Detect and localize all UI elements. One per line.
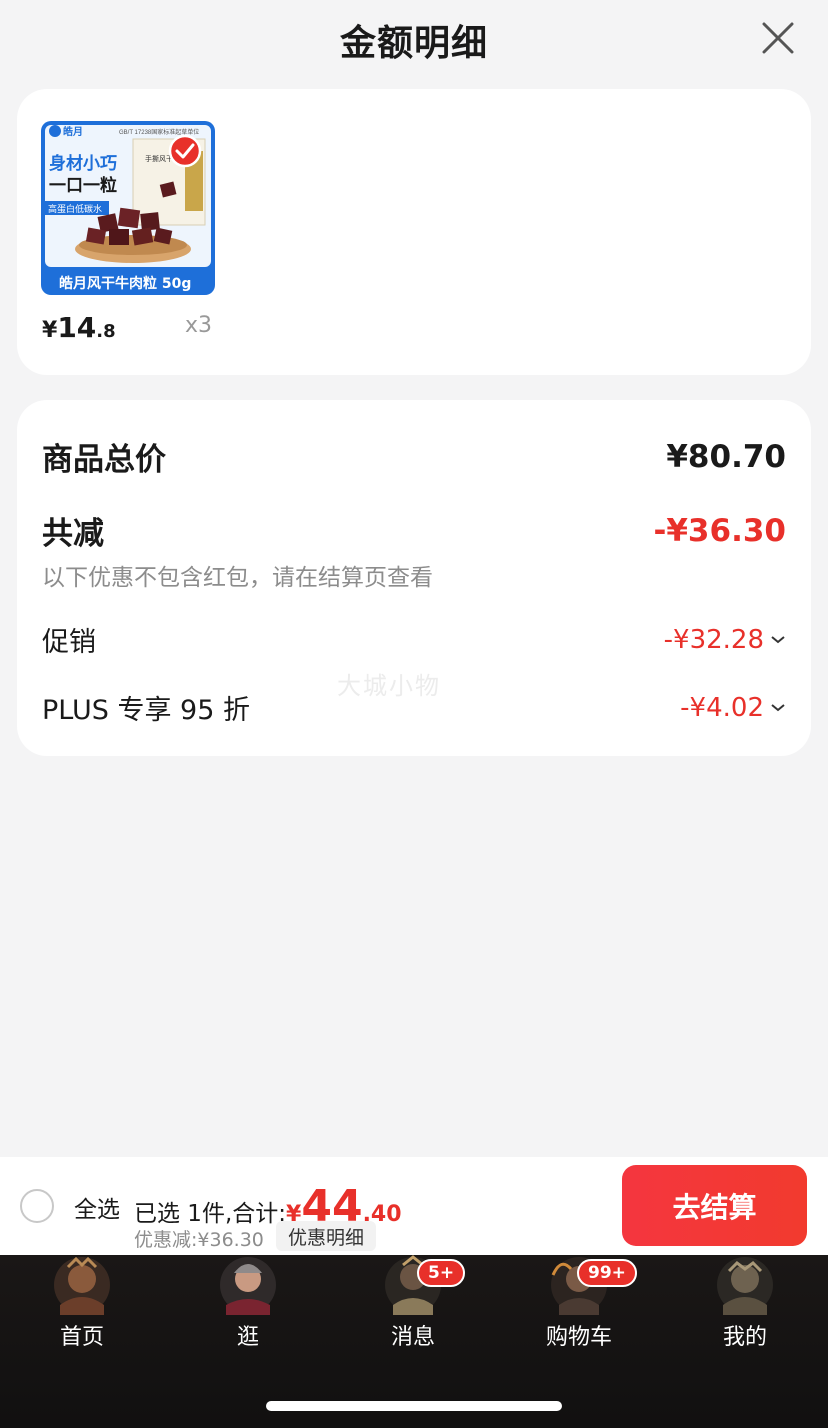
total-label: 商品总价 (42, 442, 166, 478)
product-card: 皓月 GB/T 17238国家标准起草单位 身材小巧 一口一粒 高蛋白低碳水 手… (17, 89, 811, 375)
slogan2-text: 一口一粒 (49, 175, 117, 196)
product-name-text: 皓月风干牛肉粒 50g (59, 275, 191, 292)
reduce-note: 以下优惠不包含红包，请在结算页查看 (42, 565, 433, 591)
mine-avatar-icon (717, 1257, 773, 1315)
tab-home[interactable]: 首页 (22, 1255, 142, 1355)
close-icon[interactable] (758, 18, 798, 58)
quantity: x3 (185, 313, 213, 338)
price-currency: ¥ (42, 318, 58, 343)
tab-label: 逛 (236, 1325, 259, 1350)
checkout-bar: 全选 已选 1件,合计: ¥ 44 .40 优惠减:¥36.30 优惠明细 去结… (0, 1157, 828, 1255)
reduce-label: 共减 (42, 516, 104, 552)
tab-messages[interactable]: 5+ 消息 (353, 1255, 473, 1355)
home-indicator (266, 1401, 562, 1411)
browse-avatar-icon (220, 1257, 276, 1315)
discount-detail-button[interactable]: 优惠明细 (276, 1221, 377, 1251)
select-all-radio[interactable] (20, 1189, 54, 1223)
home-avatar-icon (54, 1256, 110, 1315)
plus-row[interactable]: PLUS 专享 95 折 -¥4.02 (42, 688, 786, 727)
cart-badge: 99+ (577, 1259, 637, 1287)
tab-label: 我的 (722, 1325, 767, 1350)
price-decimal: .8 (96, 321, 116, 342)
reduce-value: -¥36.30 (653, 512, 787, 549)
brand-text: 皓月 (63, 125, 83, 138)
total-value: ¥80.70 (666, 438, 786, 475)
standard-text: GB/T 17238国家标准起草单位 (119, 128, 199, 136)
checkout-button[interactable]: 去结算 (622, 1165, 807, 1246)
promo-value: -¥32.28 (663, 624, 764, 655)
unit-price: ¥ 14 .8 (42, 311, 116, 344)
tab-label: 首页 (59, 1325, 104, 1350)
total-row: 商品总价 ¥80.70 (42, 434, 786, 479)
tab-label: 消息 (390, 1325, 435, 1350)
plus-value: -¥4.02 (680, 692, 764, 723)
select-all-label[interactable]: 全选 (74, 1190, 120, 1224)
plus-label: PLUS 专享 95 折 (42, 695, 250, 726)
tab-mine[interactable]: 我的 (685, 1255, 805, 1355)
modal-header: 金额明细 (0, 0, 828, 80)
promo-label: 促销 (42, 627, 96, 658)
tab-browse[interactable]: 逛 (188, 1255, 308, 1355)
slogan1-text: 身材小巧 (49, 153, 117, 174)
page-title: 金额明细 (339, 23, 488, 64)
product-image-art: 皓月 GB/T 17238国家标准起草单位 身材小巧 一口一粒 高蛋白低碳水 手… (41, 121, 215, 295)
tab-label: 购物车 (545, 1325, 612, 1350)
price-integer: 14 (57, 311, 97, 344)
chevron-down-icon (771, 703, 785, 711)
selected-prefix: 已选 1件,合计: (134, 1201, 287, 1227)
messages-badge: 5+ (417, 1259, 466, 1287)
tab-cart[interactable]: 99+ 购物车 (519, 1255, 639, 1355)
promo-row[interactable]: 促销 -¥32.28 (42, 620, 786, 659)
chevron-down-icon (771, 635, 785, 643)
price-summary-card: 商品总价 ¥80.70 共减 -¥36.30 以下优惠不包含红包，请在结算页查看… (17, 400, 811, 756)
bottom-tab-bar: 首页 逛 5+ 消息 99+ 购物车 我的 (0, 1255, 828, 1428)
tag-text: 高蛋白低碳水 (48, 203, 102, 215)
reduce-row: 共减 -¥36.30 (42, 508, 786, 553)
product-image[interactable]: 皓月 GB/T 17238国家标准起草单位 身材小巧 一口一粒 高蛋白低碳水 手… (41, 121, 215, 295)
